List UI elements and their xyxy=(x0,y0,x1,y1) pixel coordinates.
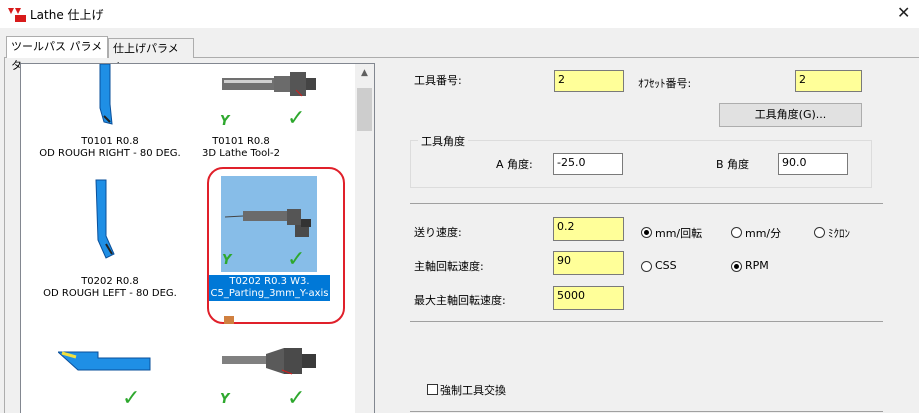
tool-label[interactable]: T0101 R0.8 3D Lathe Tool-2 xyxy=(186,136,296,160)
tool-groove-icon[interactable] xyxy=(58,350,152,372)
scroll-up-icon[interactable]: ▲ xyxy=(355,64,374,83)
b-angle-field[interactable]: 90.0 xyxy=(778,153,848,175)
tool-boring-icon[interactable] xyxy=(222,346,322,376)
radio-label: RPM xyxy=(745,259,769,272)
scroll-thumb[interactable] xyxy=(357,88,372,131)
tool-angle-group-title: 工具角度 xyxy=(418,133,468,149)
a-angle-field[interactable]: -25.0 xyxy=(553,153,623,175)
radio-label: mm/分 xyxy=(745,227,782,240)
offset-number-field[interactable]: 2 xyxy=(795,70,862,92)
check-icon: ✓ xyxy=(287,386,306,411)
tool-angle-button[interactable]: 工具角度(G)... xyxy=(719,103,862,127)
check-icon: ✓ xyxy=(287,106,306,131)
divider xyxy=(410,411,883,412)
spindle-speed-field[interactable]: 90 xyxy=(553,251,624,275)
tool-number-field[interactable]: 2 xyxy=(554,70,624,92)
tool-od-rough-right-icon[interactable] xyxy=(92,64,122,126)
radio-micron[interactable] xyxy=(814,227,825,238)
divider xyxy=(410,203,883,204)
window-title: Lathe 仕上げ xyxy=(30,8,104,22)
spindle-speed-label: 主軸回転速度: xyxy=(414,260,484,273)
feed-rate-label: 送り速度: xyxy=(414,226,462,239)
title-bar xyxy=(0,0,919,28)
a-angle-label: A 角度: xyxy=(496,158,533,171)
mastercam-logo-icon xyxy=(8,8,26,22)
radio-mm-per-min[interactable] xyxy=(731,227,742,238)
divider xyxy=(410,321,883,322)
tool-number-label: 工具番号: xyxy=(414,74,462,87)
tool-label[interactable]: T0101 R0.8 OD ROUGH RIGHT - 80 DEG. xyxy=(30,136,190,160)
force-tool-change-label[interactable]: 強制工具交換 xyxy=(440,382,506,398)
tool-label[interactable]: T0202 R0.8 OD ROUGH LEFT - 80 DEG. xyxy=(30,276,190,300)
feed-rate-field[interactable]: 0.2 xyxy=(553,217,624,241)
offset-number-label: ｵﾌｾｯﾄ番号: xyxy=(638,77,692,90)
tab-toolpath-params[interactable]: ツールパス パラメタ xyxy=(6,36,108,72)
radio-mm-per-rev[interactable] xyxy=(641,227,652,238)
radio-css[interactable] xyxy=(641,261,652,272)
tool-holder-icon xyxy=(224,316,234,324)
radio-label: ﾐｸﾛﾝ xyxy=(828,227,850,240)
tool-od-rough-left-icon[interactable] xyxy=(92,178,122,260)
radio-label: mm/回転 xyxy=(655,227,703,240)
radio-label: CSS xyxy=(655,259,677,272)
radio-rpm[interactable] xyxy=(731,261,742,272)
tab-finish-params[interactable]: 仕上げパラメタ xyxy=(108,38,194,74)
y-axis-icon: Y xyxy=(220,392,230,407)
b-angle-label: B 角度 xyxy=(716,158,750,171)
force-tool-change-checkbox[interactable] xyxy=(427,384,438,395)
highlight-ring xyxy=(207,167,345,324)
y-axis-icon: Y xyxy=(220,114,230,129)
check-icon: ✓ xyxy=(122,386,141,411)
max-spindle-field[interactable]: 5000 xyxy=(553,286,624,310)
close-icon[interactable]: ✕ xyxy=(897,3,910,23)
tool-3d-lathe-icon[interactable] xyxy=(222,70,322,98)
max-spindle-label: 最大主軸回転速度: xyxy=(414,294,506,307)
